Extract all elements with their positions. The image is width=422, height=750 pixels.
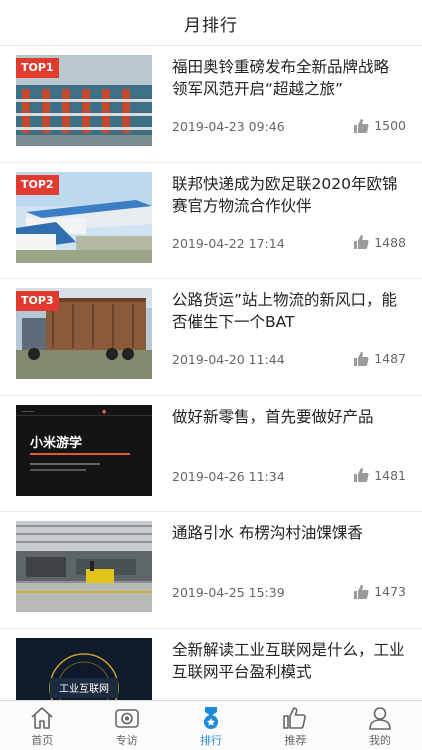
camera-icon [114,709,139,728]
article-date: 2019-04-20 11:44 [172,352,285,367]
home-icon [31,707,53,729]
article-title[interactable]: 福田奥铃重磅发布全新品牌战略 领军风范开启“超越之旅” [172,56,408,100]
svg-text:——: —— [22,408,34,415]
thumbs-up-icon [354,351,369,366]
article-item[interactable]: 通路引水 布楞沟村油馃馃香 2019-04-25 15:39 1473 [0,512,422,629]
article-date: 2019-04-25 15:39 [172,585,285,600]
page-title: 月排行 [184,16,238,36]
tab-interview[interactable]: 专访 [84,701,168,750]
like-count-value: 1487 [374,351,406,366]
article-date: 2019-04-22 17:14 [172,235,285,251]
tab-label: 专访 [115,734,138,747]
article-title[interactable]: 做好新零售，首先要做好产品 [172,406,408,428]
svg-text:工业互联网: 工业互联网 [59,683,109,695]
article-date: 2019-04-23 09:46 [172,119,285,134]
tab-recommend[interactable]: 推荐 [253,701,337,750]
xiaomi-event-image: —— ● 小米游学 [16,404,152,496]
article-thumbnail[interactable]: TOP1 [16,55,152,146]
rank-badge: TOP3 [16,291,59,311]
article-thumbnail[interactable]: 工业互联网 [16,637,152,700]
tab-home[interactable]: 首页 [0,701,84,750]
industrial-internet-image: 工业互联网 [16,637,152,700]
like-count: 1473 [354,584,406,599]
thumbs-up-icon [354,468,369,482]
article-title[interactable]: 通路引水 布楞沟村油馃馃香 [172,522,408,544]
ranking-icon [204,707,219,729]
tab-label: 推荐 [284,734,307,747]
bottom-tab-bar: 首页 专访 排行 推荐 我的 [0,700,422,750]
like-count: 1481 [354,468,406,483]
article-thumbnail[interactable]: TOP3 [16,288,152,379]
tab-mine[interactable]: 我的 [338,701,422,750]
svg-text:小米游学: 小米游学 [30,435,82,451]
like-count-value: 1481 [374,467,406,483]
like-count: 1487 [354,351,406,366]
thumbs-up-icon [354,584,369,599]
svg-text:●: ● [102,409,107,415]
article-list[interactable]: TOP1 福田奥铃重磅发布全新品牌战略 领军风范开启“超越之旅” 2019-04… [0,46,422,700]
article-thumbnail[interactable]: —— ● 小米游学 [16,404,152,496]
like-count: 1488 [354,235,406,250]
rank-badge: TOP1 [16,58,59,78]
article-item[interactable]: TOP1 福田奥铃重磅发布全新品牌战略 领军风范开启“超越之旅” 2019-04… [0,46,422,163]
factory-image [16,521,152,612]
like-count-value: 1500 [374,118,406,133]
article-item[interactable]: TOP3 公路货运”站上物流的新风口，能否催生下一个BAT 2019-04-20… [0,279,422,396]
thumbs-up-icon [354,235,369,249]
user-icon [369,707,391,730]
like-count-value: 1488 [374,234,406,250]
like-count-value: 1473 [374,584,406,599]
tab-label: 排行 [200,734,223,747]
tab-ranking[interactable]: 排行 [169,701,253,750]
article-item[interactable]: 工业互联网 全新解读工业互联网是什么，工业互联网平台盈利模式 [0,628,422,700]
article-date: 2019-04-26 11:34 [172,468,285,484]
rank-badge: TOP2 [16,174,59,195]
tab-label: 我的 [368,734,391,747]
article-title[interactable]: 公路货运”站上物流的新风口，能否催生下一个BAT [172,289,408,333]
article-title[interactable]: 联邦快递成为欧足联2020年欧锦赛官方物流合作伙伴 [172,173,408,217]
article-thumbnail[interactable] [16,521,152,612]
thumbs-up-icon [354,118,369,133]
tab-label: 首页 [31,734,54,747]
like-count: 1500 [354,118,406,133]
article-item[interactable]: TOP2 联邦快递成为欧足联2020年欧锦赛官方物流合作伙伴 2019-04-2… [0,162,422,279]
article-title[interactable]: 全新解读工业互联网是什么，工业互联网平台盈利模式 [172,639,408,683]
article-thumbnail[interactable]: TOP2 [16,171,152,263]
thumbs-up-icon [283,707,307,729]
article-item[interactable]: —— ● 小米游学 做好新零售，首先要做好产品 2019-04-26 11:34… [0,395,422,512]
header-bar: 月排行 [0,0,422,46]
